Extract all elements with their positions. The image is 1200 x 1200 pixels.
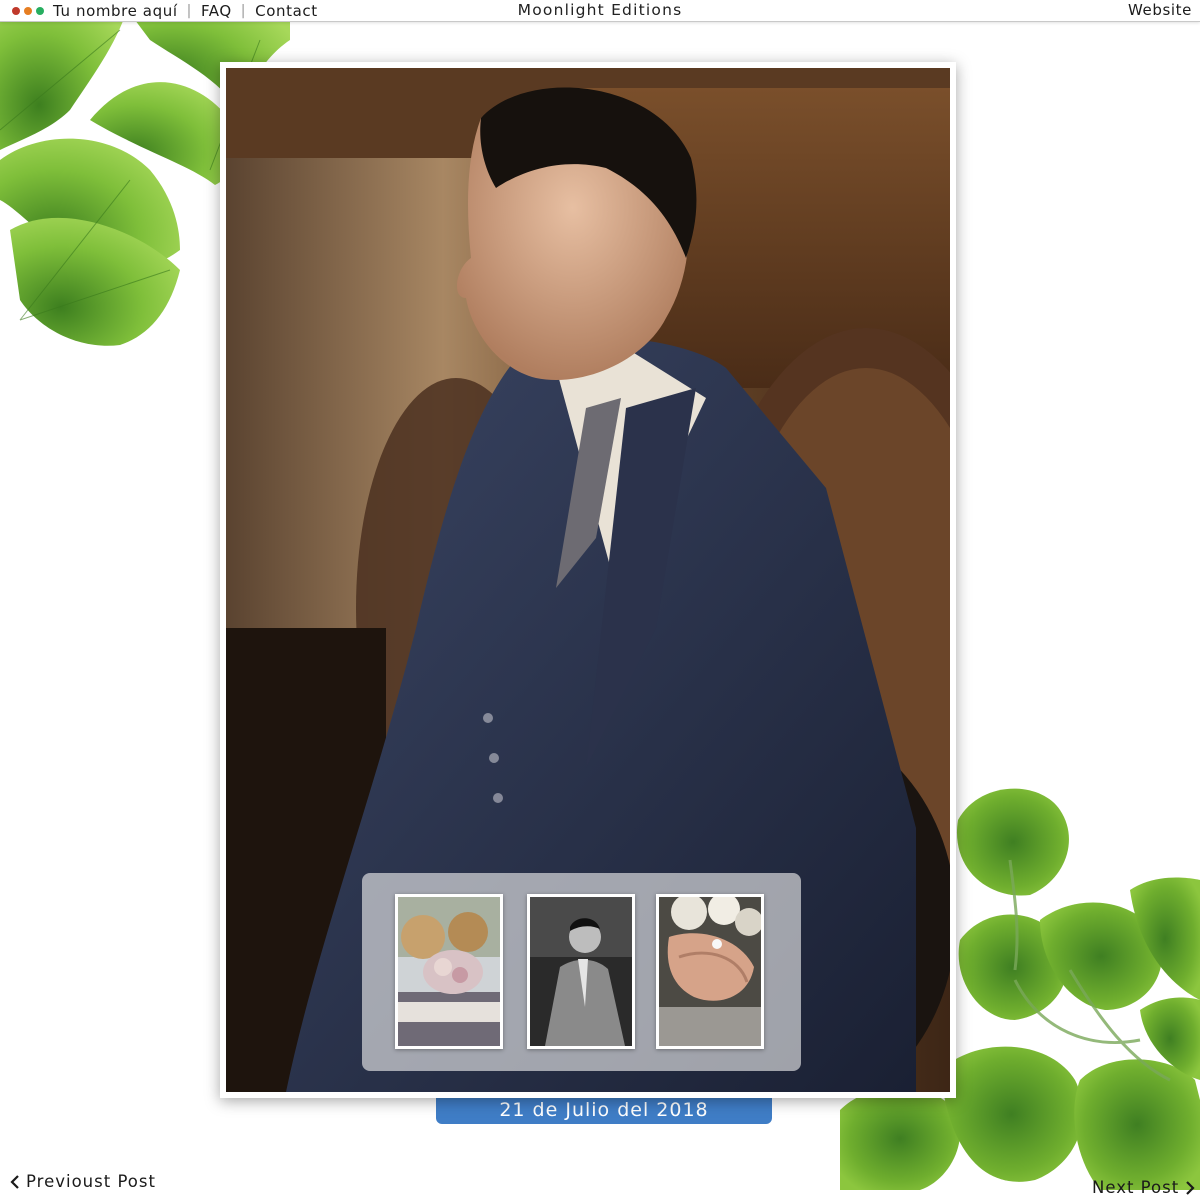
wedding-table-thumbnail-image bbox=[398, 897, 500, 1046]
green-dot-icon bbox=[36, 6, 44, 15]
chevron-left-icon bbox=[10, 1174, 19, 1189]
next-post-link[interactable]: Next Post bbox=[1092, 1178, 1195, 1197]
thumbnail-gallery bbox=[362, 873, 801, 1071]
top-nav: Tu nombre aquí | FAQ | Contact bbox=[53, 2, 318, 20]
top-bar: Tu nombre aquí | FAQ | Contact Moonlight… bbox=[0, 0, 1200, 22]
hands-with-rings-thumbnail-image bbox=[659, 897, 761, 1046]
previous-post-link[interactable]: Previoust Post bbox=[10, 1172, 156, 1191]
thumbnail-1[interactable] bbox=[395, 894, 503, 1049]
next-post-label: Next Post bbox=[1092, 1178, 1180, 1197]
nav-link-contact[interactable]: Contact bbox=[255, 2, 318, 20]
website-link[interactable]: Website bbox=[1128, 0, 1192, 20]
thumbnail-3[interactable] bbox=[656, 894, 764, 1049]
red-dot-icon bbox=[12, 6, 20, 15]
nav-separator: | bbox=[186, 2, 192, 19]
nav-link-faq[interactable]: FAQ bbox=[201, 2, 232, 20]
man-in-suit-bw-thumbnail-image bbox=[530, 897, 632, 1046]
orange-dot-icon bbox=[24, 6, 32, 15]
chevron-right-icon bbox=[1186, 1180, 1195, 1195]
nav-separator: | bbox=[240, 2, 247, 19]
previous-post-label: Previoust Post bbox=[26, 1172, 156, 1191]
post-date: 21 de Julio del 2018 bbox=[436, 1098, 772, 1124]
nav-link-name[interactable]: Tu nombre aquí bbox=[53, 2, 178, 20]
thumbnail-2[interactable] bbox=[527, 894, 635, 1049]
window-dots bbox=[12, 6, 44, 15]
